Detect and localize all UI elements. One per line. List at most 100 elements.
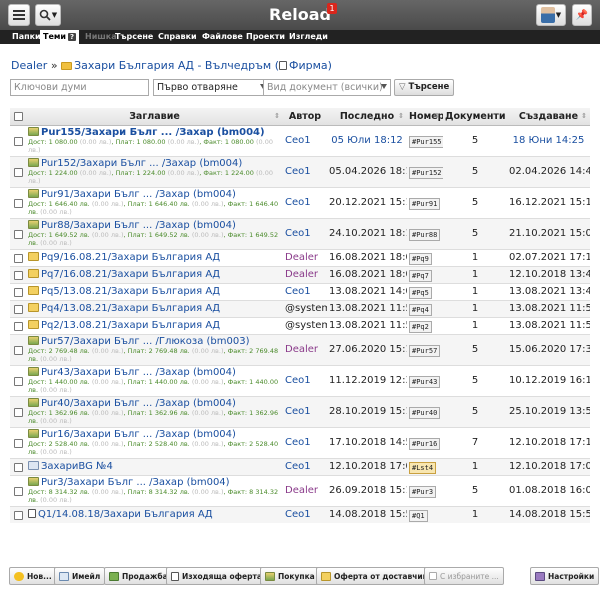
topic-title-link[interactable]: Pur40/Захари Бълг ... /Захар (bm004) [28,398,281,409]
table-row[interactable]: Pur155/Захари Бълг ... /Захар (bm004) Дос… [10,124,590,156]
col-author-header[interactable]: Автор [283,108,327,126]
new-button[interactable]: Нов... [9,567,57,585]
nav-search[interactable]: Търсене [112,30,156,44]
nav-folders[interactable]: Папки [9,30,44,44]
nav-files[interactable]: Файлове [199,30,246,44]
row-checkbox[interactable] [13,510,23,520]
topic-title-link[interactable]: Pq4/13.08.21/Захари България АД [28,303,281,314]
pin-button[interactable]: 📌 [572,4,592,26]
table-row[interactable]: Pur91/Захари Бълг ... /Захар (bm004) Дост… [10,186,590,218]
row-checkbox[interactable] [13,462,23,472]
row-checkbox[interactable] [13,198,23,208]
number-tag[interactable]: #Pq4 [409,303,432,316]
help-icon[interactable]: ? [68,33,77,41]
table-row[interactable]: Pur40/Захари Бълг ... /Захар (bm004) Дост… [10,395,590,427]
table-row[interactable]: Pq5/13.08.21/Захари България АД Ceo1 13.08… [10,282,590,300]
breadcrumb-company-link[interactable]: Фирма [289,59,328,72]
number-tag[interactable]: #Pur152 [409,166,443,179]
user-menu-button[interactable]: ▼ [536,4,566,26]
nav-projects[interactable]: Проекти [243,30,288,44]
author-cell[interactable]: Ceo1 [283,282,327,300]
author-cell[interactable]: Ceo1 [283,457,327,475]
nav-views[interactable]: Изгледи [286,30,331,44]
table-row[interactable]: Pur43/Захари Бълг ... /Захар (bm004) Дост… [10,364,590,396]
table-row[interactable]: ЗахариBG №4 Ceo112.10.2018 17:07#Lst4 112.… [10,457,590,475]
row-checkbox[interactable] [13,486,23,496]
row-checkbox[interactable] [13,345,23,355]
row-checkbox[interactable] [13,376,23,386]
author-cell[interactable]: @system [283,299,327,317]
table-row[interactable]: Pq2/13.08.21/Захари България АД @system 13… [10,316,590,334]
topic-title-link[interactable]: ЗахариBG №4 [28,461,281,472]
keywords-input[interactable]: Ключови думи [10,79,149,96]
topic-title-link[interactable]: Q1/14.08.18/Захари България АД [28,509,281,520]
table-row[interactable]: Pq4/13.08.21/Захари България АД @system 13… [10,299,590,317]
topic-title-link[interactable]: Pq5/13.08.21/Захари България АД [28,286,281,297]
number-tag[interactable]: #Pur91 [409,197,441,210]
topic-title-link[interactable]: Pq9/16.08.21/Захари България АД [28,252,281,263]
row-checkbox[interactable] [13,438,23,448]
author-cell[interactable]: Dealer [283,474,327,506]
select-all-checkbox[interactable] [13,111,23,121]
topic-title-link[interactable]: Pur88/Захари Бълг ... /Захар (bm004) [28,220,281,231]
number-tag[interactable]: #Pq9 [409,252,432,265]
row-checkbox[interactable] [13,287,23,297]
row-checkbox[interactable] [13,407,23,417]
number-tag[interactable]: #Pq7 [409,269,432,282]
topic-title-link[interactable]: Pur155/Захари Бълг ... /Захар (bm004) [28,127,281,138]
breadcrumb-folder[interactable]: Захари България АД - Вълчедръм ( [74,59,279,72]
row-checkbox[interactable] [13,253,23,263]
purchase-button[interactable]: Покупка [260,567,320,585]
topic-title-link[interactable]: Pq7/16.08.21/Захари България АД [28,269,281,280]
col-created-header[interactable]: Създаване ⇕ [507,108,590,126]
settings-button[interactable]: Настройки [530,567,600,585]
number-tag[interactable]: #Pur155 [409,135,443,148]
number-tag[interactable]: #Pur3 [409,485,437,498]
table-row[interactable]: Pur3/Захари Бълг ... /Захар (bm004) Дост:… [10,474,590,506]
row-checkbox[interactable] [13,304,23,314]
with-selected-button[interactable]: С избраните ... [424,567,504,585]
table-row[interactable]: Pq7/16.08.21/Захари България АД Dealer 16.… [10,265,590,283]
author-cell[interactable]: Ceo1 [283,364,327,396]
nav-topics[interactable]: Теми? [40,30,80,44]
author-cell[interactable]: Ceo1 [283,217,327,249]
author-cell[interactable]: Dealer [283,265,327,283]
supplier-offer-button[interactable]: Оферта от доставчик [316,567,433,585]
topic-title-link[interactable]: Pur91/Захари Бълг ... /Захар (bm004) [28,189,281,200]
topic-title-link[interactable]: Pur16/Захари Бълг ... /Захар (bm004) [28,429,281,440]
number-tag[interactable]: #Pq2 [409,320,432,333]
outgoing-offer-button[interactable]: Изходяща оферта [166,567,267,585]
open-order-select[interactable]: Първо отваряне [153,79,270,96]
number-tag[interactable]: #Pur43 [409,375,441,388]
author-cell[interactable]: Ceo1 [283,186,327,218]
col-docs-header[interactable]: Документи [443,108,507,126]
row-checkbox[interactable] [13,136,23,146]
author-cell[interactable]: Ceo1 [283,505,327,523]
col-title-header[interactable]: Заглавие ⇕ [26,108,283,126]
topic-title-link[interactable]: Pur3/Захари Бълг ... /Захар (bm004) [28,477,281,488]
nav-reports[interactable]: Справки [155,30,200,44]
number-tag[interactable]: #Pur40 [409,406,441,419]
number-tag[interactable]: #Pq5 [409,286,432,299]
notification-badge[interactable]: 1 [327,3,337,14]
table-row[interactable]: Q1/14.08.18/Захари България АД Ceo1 14.08.… [10,505,590,523]
topic-title-link[interactable]: Pur57/Захари Бълг ... /Глюкоза (bm003) [28,336,281,347]
author-cell[interactable]: Dealer [283,248,327,266]
col-last-header[interactable]: Последно ⇕ [327,108,407,126]
table-row[interactable]: Pur152/Захари Бълг ... /Захар (bm004) Дос… [10,155,590,187]
row-checkbox[interactable] [13,167,23,177]
topic-title-link[interactable]: Pur43/Захари Бълг ... /Захар (bm004) [28,367,281,378]
author-cell[interactable]: Dealer [283,333,327,365]
number-tag[interactable]: #Pur57 [409,344,441,357]
author-cell[interactable]: @system [283,316,327,334]
row-checkbox[interactable] [13,270,23,280]
number-tag[interactable]: #Pur16 [409,437,441,450]
table-row[interactable]: Pur88/Захари Бълг ... /Захар (bm004) Дост… [10,217,590,249]
row-checkbox[interactable] [13,229,23,239]
breadcrumb-root[interactable]: Dealer [11,59,47,72]
table-row[interactable]: Pur57/Захари Бълг ... /Глюкоза (bm003) До… [10,333,590,365]
author-cell[interactable]: Ceo1 [283,155,327,187]
sale-button[interactable]: Продажба [104,567,173,585]
number-tag[interactable]: #Q1 [409,509,428,522]
col-number-header[interactable]: Номер ⇕ [407,108,445,126]
